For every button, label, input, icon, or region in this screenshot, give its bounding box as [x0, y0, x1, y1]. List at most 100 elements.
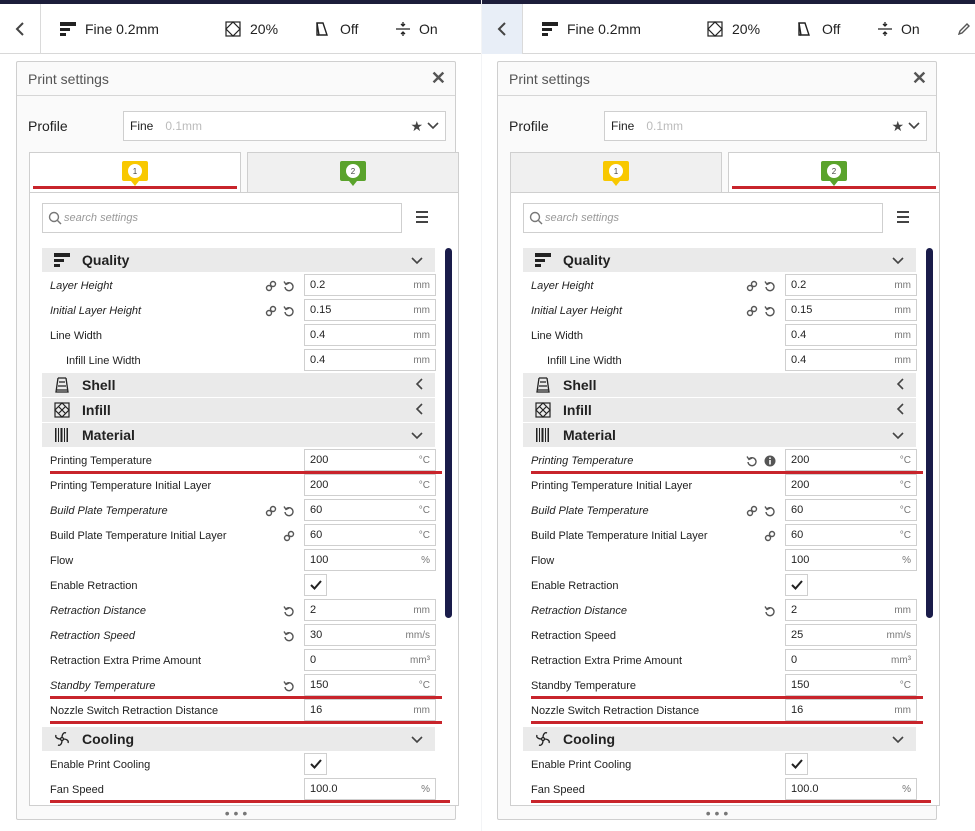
checkbox[interactable]	[304, 753, 327, 775]
category-quality[interactable]: Quality	[42, 248, 435, 272]
settings-list: search settings Quality Layer Height 0.2 mm I…	[510, 192, 940, 806]
setting-value-field[interactable]: 0.4 mm	[785, 324, 917, 346]
category-infill[interactable]: Infill	[42, 398, 435, 422]
setting-value-field[interactable]: 16 mm	[785, 699, 917, 721]
back-button[interactable]	[0, 4, 41, 54]
settings-menu-icon[interactable]	[897, 211, 909, 226]
tab-extruder-2[interactable]: 2	[728, 152, 940, 192]
setting-value-field[interactable]: 0.2 mm	[785, 274, 917, 296]
reset-icon[interactable]	[283, 680, 295, 692]
link-icon[interactable]	[265, 280, 277, 292]
category-cooling[interactable]: Cooling	[523, 727, 916, 751]
category-cooling[interactable]: Cooling	[42, 727, 435, 751]
setting-value-field[interactable]: 0 mm³	[304, 649, 436, 671]
link-icon[interactable]	[265, 305, 277, 317]
reset-icon[interactable]	[283, 630, 295, 642]
category-material[interactable]: Material	[523, 423, 916, 447]
resize-grip-icon[interactable]: • • •	[706, 806, 728, 820]
setting-value-field[interactable]: 100.0%	[785, 778, 917, 800]
setting-value-field[interactable]: 0.15 mm	[785, 299, 917, 321]
settings-menu-icon[interactable]	[416, 211, 428, 226]
setting-value-field[interactable]: 60 °C	[785, 524, 917, 546]
setting-value-field[interactable]: 0.15 mm	[304, 299, 436, 321]
support-selector[interactable]: Off	[315, 4, 358, 54]
link-icon[interactable]	[746, 505, 758, 517]
category-shell[interactable]: Shell	[42, 373, 435, 397]
star-icon[interactable]: ★	[410, 118, 423, 135]
close-icon[interactable]: ✕	[912, 68, 927, 89]
search-input[interactable]: search settings	[42, 203, 402, 233]
pencil-icon[interactable]	[958, 4, 975, 54]
reset-icon[interactable]	[764, 505, 776, 517]
setting-value-field[interactable]: 0.2 mm	[304, 274, 436, 296]
profile-dropdown[interactable]: Fine 0.1mm ★	[604, 111, 927, 141]
infill-selector[interactable]: 20%	[707, 4, 760, 54]
checkbox[interactable]	[785, 753, 808, 775]
reset-icon[interactable]	[283, 505, 295, 517]
setting-value-field[interactable]: 0.4 mm	[785, 349, 917, 371]
reset-icon[interactable]	[283, 305, 295, 317]
link-icon[interactable]	[746, 305, 758, 317]
info-icon[interactable]	[764, 455, 776, 467]
checkbox[interactable]	[304, 574, 327, 596]
tab-extruder-2[interactable]: 2	[247, 152, 459, 192]
top-toolbar: Fine 0.2mm 20% Off On	[0, 0, 481, 54]
checkbox[interactable]	[785, 574, 808, 596]
setting-value-field[interactable]: 16 mm	[304, 699, 436, 721]
setting-value-field[interactable]: 2 mm	[304, 599, 436, 621]
setting-value-field[interactable]: 0.4 mm	[304, 349, 436, 371]
reset-icon[interactable]	[746, 455, 758, 467]
quality-selector[interactable]: Fine 0.2mm	[60, 4, 159, 54]
extruder-2-number: 2	[346, 164, 360, 178]
setting-value-field[interactable]: 0 mm³	[785, 649, 917, 671]
setting-value-field[interactable]: 200 °C	[785, 449, 917, 471]
setting-value-field[interactable]: 60 °C	[304, 499, 436, 521]
setting-value-field[interactable]: 100%	[785, 549, 917, 571]
scrollbar[interactable]	[445, 248, 452, 618]
tab-extruder-1[interactable]: 1	[510, 152, 722, 192]
support-selector[interactable]: Off	[797, 4, 840, 54]
setting-row: Build Plate Temperature 60 °C	[42, 498, 436, 523]
reset-icon[interactable]	[283, 280, 295, 292]
setting-value-field[interactable]: 150 °C	[785, 674, 917, 696]
setting-value-field[interactable]: 100%	[304, 549, 436, 571]
setting-value-field[interactable]: 200 °C	[304, 449, 436, 471]
resize-grip-icon[interactable]: • • •	[225, 806, 247, 820]
link-icon[interactable]	[764, 530, 776, 542]
quality-selector[interactable]: Fine 0.2mm	[542, 4, 641, 54]
setting-value-field[interactable]: 30 mm/s	[304, 624, 436, 646]
adhesion-selector[interactable]: On	[878, 4, 920, 54]
star-icon[interactable]: ★	[891, 118, 904, 135]
reset-icon[interactable]	[283, 605, 295, 617]
reset-icon[interactable]	[764, 305, 776, 317]
scrollbar[interactable]	[926, 248, 933, 618]
adhesion-selector[interactable]: On	[396, 4, 438, 54]
setting-value-field[interactable]: 150 °C	[304, 674, 436, 696]
category-shell[interactable]: Shell	[523, 373, 916, 397]
setting-value-field[interactable]: 200 °C	[785, 474, 917, 496]
link-icon[interactable]	[265, 505, 277, 517]
reset-icon[interactable]	[764, 280, 776, 292]
profile-dropdown[interactable]: Fine 0.1mm ★	[123, 111, 446, 141]
setting-value-field[interactable]: 0.4 mm	[304, 324, 436, 346]
setting-value-field[interactable]: 25 mm/s	[785, 624, 917, 646]
setting-row: Infill Line Width 0.4 mm	[523, 348, 917, 373]
setting-value-field[interactable]: 100.0%	[304, 778, 436, 800]
setting-value-field[interactable]: 60 °C	[785, 499, 917, 521]
setting-label: Layer Height	[531, 279, 594, 292]
link-icon[interactable]	[283, 530, 295, 542]
link-icon[interactable]	[746, 280, 758, 292]
back-button[interactable]	[482, 4, 523, 54]
close-icon[interactable]: ✕	[431, 68, 446, 89]
search-input[interactable]: search settings	[523, 203, 883, 233]
category-quality[interactable]: Quality	[523, 248, 916, 272]
setting-value-field[interactable]: 60 °C	[304, 524, 436, 546]
reset-icon[interactable]	[764, 605, 776, 617]
setting-row: Line Width 0.4 mm	[42, 323, 436, 348]
category-material[interactable]: Material	[42, 423, 435, 447]
setting-value-field[interactable]: 2 mm	[785, 599, 917, 621]
category-infill[interactable]: Infill	[523, 398, 916, 422]
tab-extruder-1[interactable]: 1	[29, 152, 241, 192]
setting-value-field[interactable]: 200 °C	[304, 474, 436, 496]
infill-selector[interactable]: 20%	[225, 4, 278, 54]
